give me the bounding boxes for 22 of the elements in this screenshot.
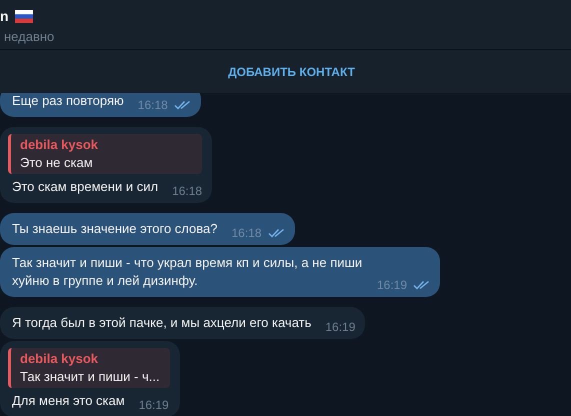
message-time: 16:19 (325, 319, 356, 335)
reply-quote[interactable]: debila kysok Это не скам (8, 134, 202, 174)
message-text: Так значит и пиши - что украл время кп и силы, а не пиши хуйню в группе и лей дизинфу. (12, 254, 363, 290)
message-time: 16:19 (376, 277, 407, 293)
last-seen-status: недавно (3, 29, 56, 44)
message-time: 16:19 (138, 397, 169, 413)
message-text: Я тогда был в этой пачке, и мы ахцели его качать (12, 314, 312, 332)
reply-author: debila kysok (20, 351, 100, 367)
contact-name: n (0, 8, 9, 24)
message-text: Это скам времени и сил (12, 178, 158, 196)
message-time: 16:18 (172, 183, 202, 199)
reply-author: debila kysok (20, 137, 100, 153)
flag-icon (14, 10, 33, 22)
reply-quote[interactable]: debila kysok Так значит и пиши - ч... (8, 348, 170, 388)
reply-text: Это не скам (20, 155, 94, 171)
reply-text: Так значит и пиши - ч... (20, 369, 160, 385)
message-time: 16:18 (138, 97, 168, 113)
add-contact-button[interactable]: ДОБАВИТЬ КОНТАКТ (220, 60, 363, 82)
message-text: Еще раз повторяю (12, 93, 124, 110)
message-text: Ты знаешь значение этого слова? (12, 220, 218, 238)
message-text: Для меня это скам (12, 392, 125, 410)
message-time: 16:18 (231, 225, 262, 241)
